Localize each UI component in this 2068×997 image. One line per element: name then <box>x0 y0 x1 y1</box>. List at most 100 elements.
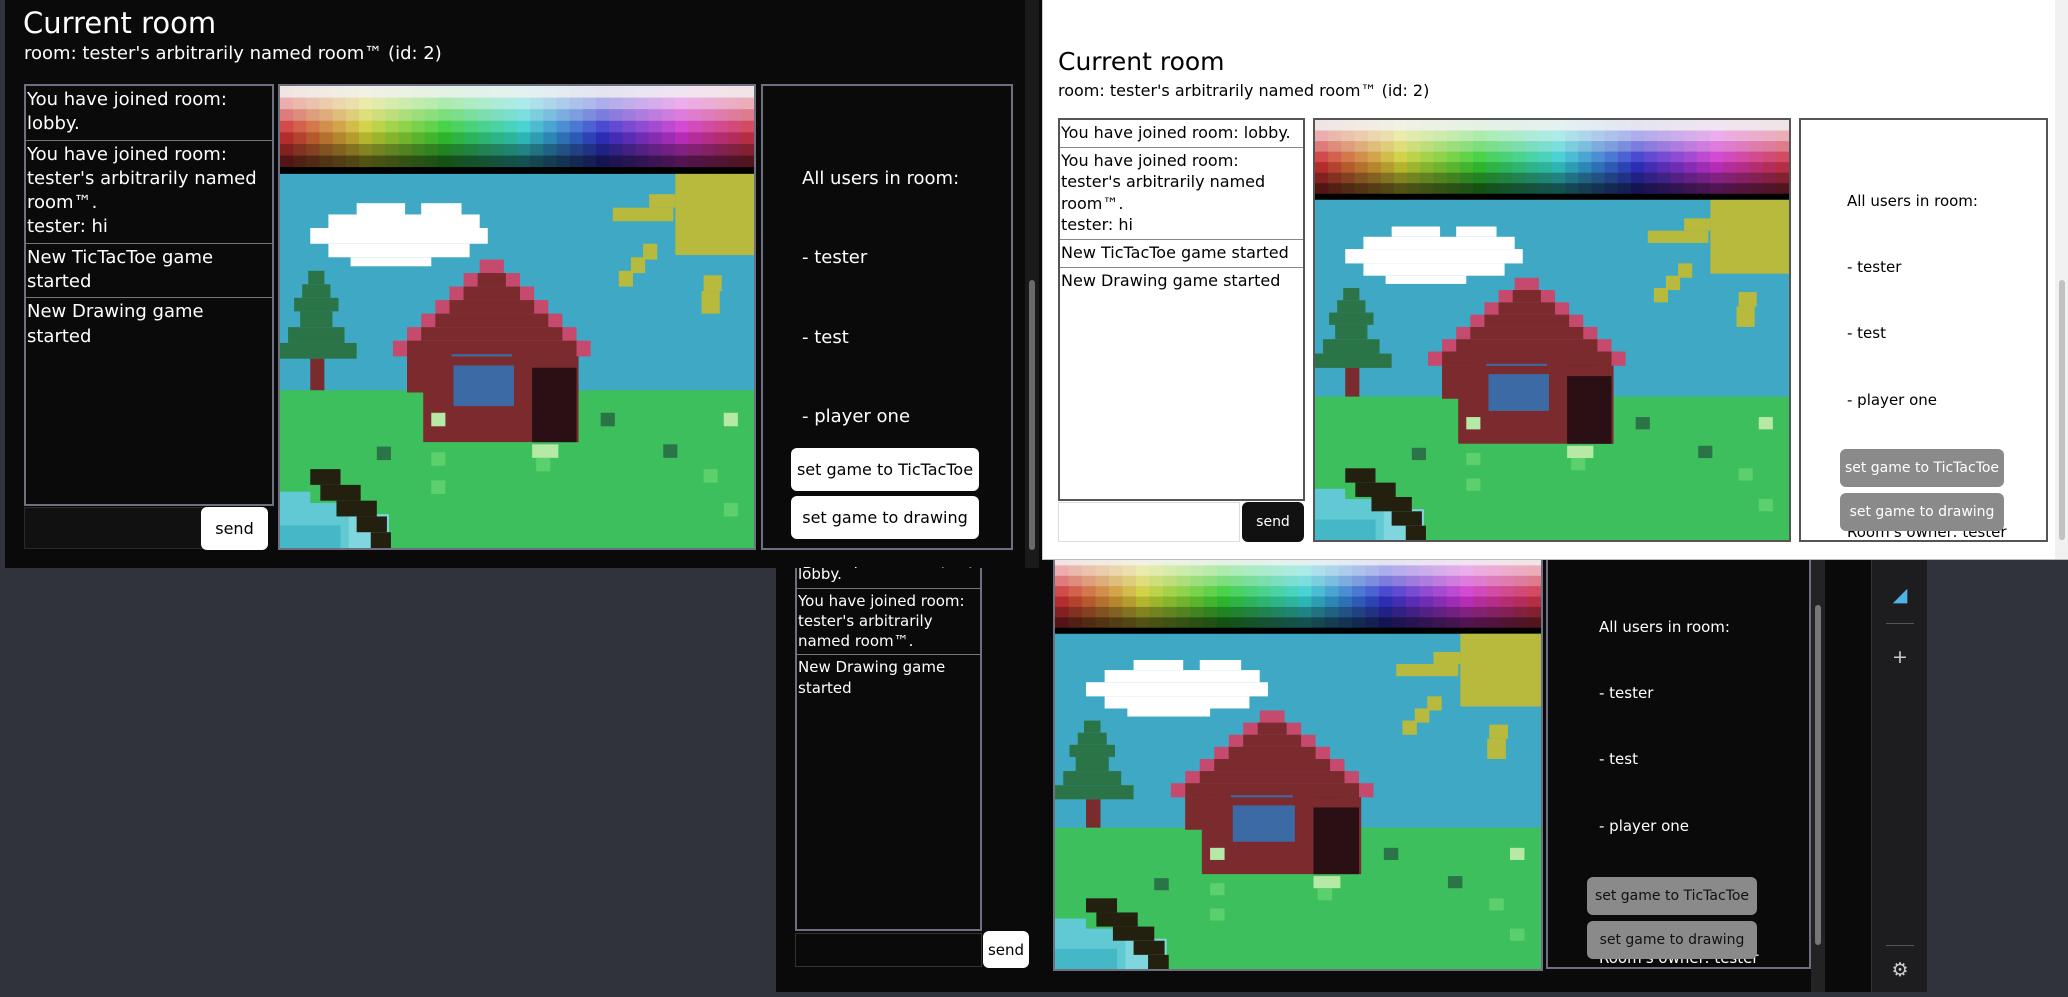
palette-swatch <box>740 155 754 168</box>
palette-swatch <box>1162 606 1178 618</box>
palette-swatch <box>1630 141 1645 153</box>
palette-swatch <box>517 155 531 168</box>
add-icon[interactable]: + <box>1890 647 1910 667</box>
palette-swatch <box>1433 120 1448 132</box>
drawing-svg[interactable] <box>1055 555 1541 969</box>
chat-message: You have joined room: tester's arbitrari… <box>797 589 980 656</box>
cloud <box>1456 226 1497 237</box>
sun-ray <box>1665 275 1681 291</box>
chat-message: New Drawing game started <box>1061 270 1281 290</box>
palette-swatch <box>1244 606 1259 618</box>
user-entry: - test <box>802 326 849 348</box>
chat-input[interactable] <box>1058 502 1240 542</box>
send-button[interactable]: send <box>1242 502 1304 542</box>
set-drawing-button[interactable]: set game to drawing <box>1587 921 1757 959</box>
chat-input[interactable] <box>795 933 982 967</box>
drawing-svg[interactable] <box>1315 120 1789 540</box>
palette-swatch <box>1244 586 1259 598</box>
palette-swatch <box>1244 617 1259 629</box>
grass-detail <box>1571 458 1586 471</box>
palette-swatch <box>1298 606 1313 618</box>
grass-detail <box>1635 417 1650 430</box>
palette-swatch <box>1552 172 1566 184</box>
palette-swatch <box>1433 130 1448 142</box>
set-drawing-button[interactable]: set game to drawing <box>791 496 979 539</box>
palette-swatch <box>595 132 610 145</box>
palette-swatch <box>1565 141 1579 153</box>
scrollbar[interactable] <box>1811 555 1825 992</box>
palette-swatch <box>1499 172 1514 184</box>
palette-swatch <box>1499 141 1514 153</box>
palette-swatch <box>1378 617 1394 629</box>
grass-detail <box>1447 876 1463 889</box>
palette-swatch <box>438 86 452 99</box>
sun-ray <box>1414 708 1430 723</box>
settings-icon[interactable]: ⚙ <box>1890 960 1910 980</box>
palette-swatch <box>1683 120 1698 132</box>
palette-swatch <box>1459 172 1474 184</box>
chat-input[interactable] <box>24 507 205 549</box>
palette-swatch <box>1328 151 1342 163</box>
palette-swatch <box>1604 120 1619 132</box>
palette-swatch <box>661 97 676 110</box>
scrollbar-thumb[interactable] <box>1815 605 1821 945</box>
palette-swatch <box>1565 183 1579 195</box>
palette-swatch <box>688 132 702 145</box>
drawing-svg[interactable] <box>280 86 754 548</box>
tree <box>300 311 333 328</box>
scrollbar[interactable] <box>2055 0 2068 559</box>
palette-swatch <box>451 132 465 145</box>
scrollbar[interactable] <box>1025 0 1039 568</box>
palette-swatch <box>1341 151 1356 163</box>
set-drawing-button[interactable]: set game to drawing <box>1840 493 2004 531</box>
palette-swatch <box>1538 172 1553 184</box>
palette-swatch <box>635 86 650 99</box>
palette-swatch <box>1378 565 1394 577</box>
palette-swatch <box>1055 617 1070 629</box>
send-button[interactable]: send <box>201 507 268 550</box>
sun-ray <box>643 243 658 260</box>
scrollbar-thumb[interactable] <box>1029 280 1035 550</box>
palette-swatch <box>1514 586 1529 598</box>
palette-swatch <box>1749 151 1764 163</box>
sun-ray <box>1402 720 1417 735</box>
palette-swatch <box>1630 130 1645 142</box>
palette-swatch <box>517 109 531 122</box>
edge-shopping-icon[interactable]: ◢ <box>1890 585 1910 605</box>
palette-swatch <box>1552 151 1566 163</box>
palette-swatch <box>1710 162 1724 174</box>
drawing-canvas[interactable] <box>278 84 756 550</box>
palette-swatch <box>1683 162 1698 174</box>
palette-swatch <box>332 155 347 168</box>
palette-swatch <box>1459 141 1474 153</box>
palette-swatch <box>1775 151 1789 163</box>
water <box>280 525 341 548</box>
grass-detail <box>663 444 678 458</box>
palette-swatch <box>648 97 663 110</box>
send-button[interactable]: send <box>983 931 1029 968</box>
set-tictactoe-button[interactable]: set game to TicTacToe <box>791 448 979 491</box>
palette-swatch <box>1203 617 1218 629</box>
drawing-canvas[interactable] <box>1313 118 1791 542</box>
palette-swatch <box>1367 151 1382 163</box>
palette-swatch <box>1122 565 1137 577</box>
palette-swatch <box>1696 151 1711 163</box>
palette-swatch <box>424 155 439 168</box>
palette-swatch <box>398 109 413 122</box>
browser-window-right: Current room room: tester's arbitrarily … <box>1042 0 2068 560</box>
set-tictactoe-button[interactable]: set game to TicTacToe <box>1587 877 1757 915</box>
palette-swatch <box>319 120 334 134</box>
users-title: All users in room: <box>1847 192 1978 211</box>
palette-swatch <box>1459 120 1474 132</box>
set-tictactoe-button[interactable]: set game to TicTacToe <box>1840 449 2004 487</box>
grass-detail <box>1466 417 1481 430</box>
tree <box>1055 785 1134 800</box>
palette-swatch <box>530 86 544 99</box>
drawing-canvas[interactable] <box>1053 555 1543 971</box>
palette-swatch <box>530 132 544 145</box>
palette-swatch <box>622 86 637 99</box>
palette-swatch <box>1324 575 1340 587</box>
scrollbar-thumb[interactable] <box>2059 280 2065 540</box>
palette-swatch <box>438 120 452 134</box>
palette-swatch <box>1315 172 1329 184</box>
